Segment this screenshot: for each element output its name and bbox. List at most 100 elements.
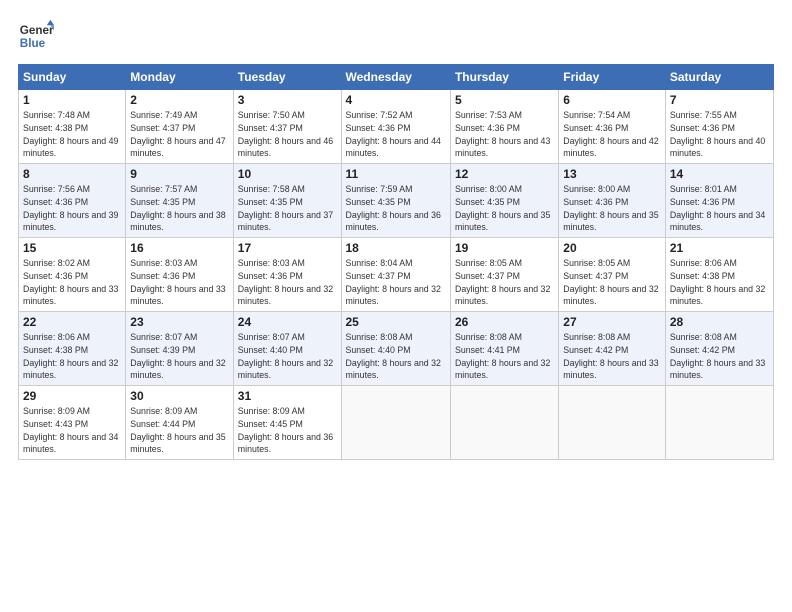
day-number: 9 [130, 167, 228, 181]
calendar-cell: 28 Sunrise: 8:08 AMSunset: 4:42 PMDayligh… [665, 312, 773, 386]
day-info: Sunrise: 8:02 AMSunset: 4:36 PMDaylight:… [23, 258, 118, 306]
day-number: 10 [238, 167, 337, 181]
day-info: Sunrise: 7:56 AMSunset: 4:36 PMDaylight:… [23, 184, 118, 232]
day-info: Sunrise: 7:58 AMSunset: 4:35 PMDaylight:… [238, 184, 333, 232]
calendar-cell: 11Sunrise: 7:59 AMSunset: 4:35 PMDayligh… [341, 164, 450, 238]
weekday-header-thursday: Thursday [450, 65, 558, 90]
day-info: Sunrise: 8:00 AMSunset: 4:36 PMDaylight:… [563, 184, 658, 232]
calendar-cell: 17Sunrise: 8:03 AMSunset: 4:36 PMDayligh… [233, 238, 341, 312]
day-number: 31 [238, 389, 337, 403]
calendar-cell [665, 386, 773, 460]
day-info: Sunrise: 7:50 AMSunset: 4:37 PMDaylight:… [238, 110, 333, 158]
day-info: Sunrise: 7:55 AMSunset: 4:36 PMDaylight:… [670, 110, 765, 158]
logo: General Blue [18, 18, 54, 54]
calendar-cell: 31 Sunrise: 8:09 AMSunset: 4:45 PMDayligh… [233, 386, 341, 460]
day-number: 25 [346, 315, 446, 329]
day-number: 15 [23, 241, 121, 255]
day-info: Sunrise: 8:08 AMSunset: 4:42 PMDaylight:… [563, 332, 658, 380]
calendar-cell: 9 Sunrise: 7:57 AMSunset: 4:35 PMDaylight… [126, 164, 233, 238]
calendar-cell: 15 Sunrise: 8:02 AMSunset: 4:36 PMDayligh… [19, 238, 126, 312]
calendar-cell: 21 Sunrise: 8:06 AMSunset: 4:38 PMDayligh… [665, 238, 773, 312]
calendar-cell: 24 Sunrise: 8:07 AMSunset: 4:40 PMDayligh… [233, 312, 341, 386]
day-number: 13 [563, 167, 661, 181]
calendar-cell: 25 Sunrise: 8:08 AMSunset: 4:40 PMDayligh… [341, 312, 450, 386]
calendar-cell: 22 Sunrise: 8:06 AMSunset: 4:38 PMDayligh… [19, 312, 126, 386]
weekday-header-monday: Monday [126, 65, 233, 90]
calendar-cell: 5 Sunrise: 7:53 AMSunset: 4:36 PMDaylight… [450, 90, 558, 164]
calendar-cell: 7 Sunrise: 7:55 AMSunset: 4:36 PMDaylight… [665, 90, 773, 164]
day-number: 26 [455, 315, 554, 329]
day-info: Sunrise: 7:57 AMSunset: 4:35 PMDaylight:… [130, 184, 225, 232]
day-info: Sunrise: 8:08 AMSunset: 4:41 PMDaylight:… [455, 332, 550, 380]
day-number: 22 [23, 315, 121, 329]
day-info: Sunrise: 7:48 AMSunset: 4:38 PMDaylight:… [23, 110, 118, 158]
logo-icon: General Blue [18, 18, 54, 54]
calendar-cell: 16 Sunrise: 8:03 AMSunset: 4:36 PMDayligh… [126, 238, 233, 312]
calendar-cell: 14Sunrise: 8:01 AMSunset: 4:36 PMDayligh… [665, 164, 773, 238]
day-info: Sunrise: 8:05 AMSunset: 4:37 PMDaylight:… [563, 258, 658, 306]
calendar-cell: 27 Sunrise: 8:08 AMSunset: 4:42 PMDayligh… [559, 312, 666, 386]
day-number: 30 [130, 389, 228, 403]
day-info: Sunrise: 8:04 AMSunset: 4:37 PMDaylight:… [346, 258, 441, 306]
day-number: 17 [238, 241, 337, 255]
weekday-header-friday: Friday [559, 65, 666, 90]
calendar-cell: 6 Sunrise: 7:54 AMSunset: 4:36 PMDaylight… [559, 90, 666, 164]
day-number: 11 [346, 167, 446, 181]
day-info: Sunrise: 7:49 AMSunset: 4:37 PMDaylight:… [130, 110, 225, 158]
day-number: 18 [346, 241, 446, 255]
calendar-cell: 13 Sunrise: 8:00 AMSunset: 4:36 PMDayligh… [559, 164, 666, 238]
day-number: 4 [346, 93, 446, 107]
calendar-cell: 19 Sunrise: 8:05 AMSunset: 4:37 PMDayligh… [450, 238, 558, 312]
day-number: 6 [563, 93, 661, 107]
day-number: 5 [455, 93, 554, 107]
day-number: 27 [563, 315, 661, 329]
day-info: Sunrise: 7:52 AMSunset: 4:36 PMDaylight:… [346, 110, 441, 158]
day-info: Sunrise: 8:03 AMSunset: 4:36 PMDaylight:… [130, 258, 225, 306]
calendar-cell: 23 Sunrise: 8:07 AMSunset: 4:39 PMDayligh… [126, 312, 233, 386]
calendar-cell: 29Sunrise: 8:09 AMSunset: 4:43 PMDayligh… [19, 386, 126, 460]
day-info: Sunrise: 7:54 AMSunset: 4:36 PMDaylight:… [563, 110, 658, 158]
day-number: 12 [455, 167, 554, 181]
day-number: 3 [238, 93, 337, 107]
svg-text:General: General [20, 24, 54, 37]
day-number: 19 [455, 241, 554, 255]
day-info: Sunrise: 8:07 AMSunset: 4:40 PMDaylight:… [238, 332, 333, 380]
day-number: 8 [23, 167, 121, 181]
day-number: 28 [670, 315, 769, 329]
day-info: Sunrise: 8:08 AMSunset: 4:40 PMDaylight:… [346, 332, 441, 380]
calendar-cell [341, 386, 450, 460]
calendar-cell: 26 Sunrise: 8:08 AMSunset: 4:41 PMDayligh… [450, 312, 558, 386]
day-info: Sunrise: 8:07 AMSunset: 4:39 PMDaylight:… [130, 332, 225, 380]
day-number: 2 [130, 93, 228, 107]
calendar-cell: 18 Sunrise: 8:04 AMSunset: 4:37 PMDayligh… [341, 238, 450, 312]
day-info: Sunrise: 8:06 AMSunset: 4:38 PMDaylight:… [670, 258, 765, 306]
calendar-cell [450, 386, 558, 460]
day-number: 16 [130, 241, 228, 255]
day-info: Sunrise: 8:00 AMSunset: 4:35 PMDaylight:… [455, 184, 550, 232]
calendar-cell: 10 Sunrise: 7:58 AMSunset: 4:35 PMDayligh… [233, 164, 341, 238]
calendar-cell: 3 Sunrise: 7:50 AMSunset: 4:37 PMDaylight… [233, 90, 341, 164]
day-number: 1 [23, 93, 121, 107]
day-number: 23 [130, 315, 228, 329]
day-number: 20 [563, 241, 661, 255]
svg-text:Blue: Blue [20, 37, 46, 50]
day-number: 7 [670, 93, 769, 107]
header: General Blue [18, 18, 774, 54]
day-info: Sunrise: 8:09 AMSunset: 4:44 PMDaylight:… [130, 406, 225, 454]
calendar-cell: 20 Sunrise: 8:05 AMSunset: 4:37 PMDayligh… [559, 238, 666, 312]
day-info: Sunrise: 7:53 AMSunset: 4:36 PMDaylight:… [455, 110, 550, 158]
calendar-cell [559, 386, 666, 460]
day-number: 29 [23, 389, 121, 403]
calendar-cell: 2 Sunrise: 7:49 AMSunset: 4:37 PMDaylight… [126, 90, 233, 164]
day-number: 24 [238, 315, 337, 329]
day-info: Sunrise: 8:06 AMSunset: 4:38 PMDaylight:… [23, 332, 118, 380]
weekday-header-saturday: Saturday [665, 65, 773, 90]
calendar-table: SundayMondayTuesdayWednesdayThursdayFrid… [18, 64, 774, 460]
day-info: Sunrise: 8:09 AMSunset: 4:45 PMDaylight:… [238, 406, 333, 454]
day-number: 21 [670, 241, 769, 255]
calendar-cell: 30 Sunrise: 8:09 AMSunset: 4:44 PMDayligh… [126, 386, 233, 460]
day-info: Sunrise: 8:05 AMSunset: 4:37 PMDaylight:… [455, 258, 550, 306]
weekday-header-tuesday: Tuesday [233, 65, 341, 90]
day-info: Sunrise: 8:01 AMSunset: 4:36 PMDaylight:… [670, 184, 765, 232]
day-info: Sunrise: 8:08 AMSunset: 4:42 PMDaylight:… [670, 332, 765, 380]
